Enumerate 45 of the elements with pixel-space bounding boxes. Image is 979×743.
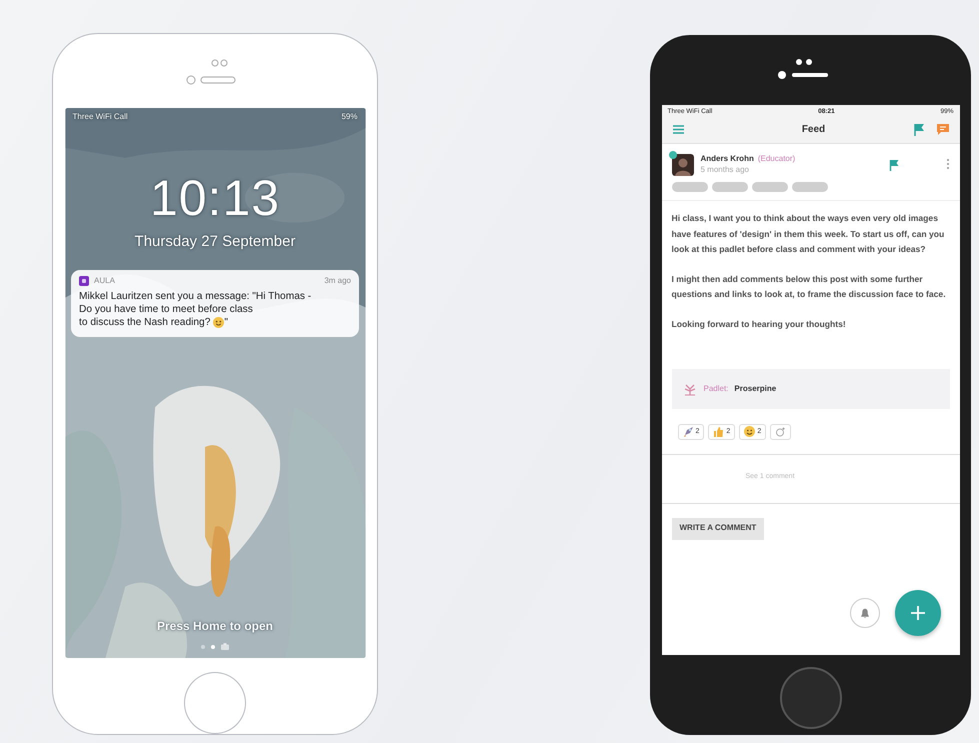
author-name: Anders Krohn <box>700 154 754 163</box>
flag-icon[interactable] <box>888 160 898 171</box>
smiley-icon <box>744 426 756 438</box>
page-dot[interactable] <box>201 644 205 649</box>
tag-pill[interactable] <box>792 182 828 192</box>
post-paragraph: Looking forward to hearing your thoughts! <box>672 318 847 331</box>
app-name: AULA <box>94 276 116 286</box>
attachment-label: Padlet: <box>704 384 728 394</box>
attachment-card[interactable]: Padlet: Proserpine <box>672 368 950 409</box>
screen-title: Feed <box>800 124 826 135</box>
attachment-title: Proserpine <box>734 384 776 394</box>
notification-bell-button[interactable] <box>850 598 880 628</box>
app-icon <box>79 276 89 286</box>
menu-icon[interactable] <box>672 123 686 136</box>
closing-quote: " <box>224 316 228 329</box>
page-dot[interactable] <box>211 644 215 649</box>
thumbs-up-icon <box>713 426 724 438</box>
smiley-icon <box>213 316 224 328</box>
avatar-icon <box>672 154 694 176</box>
tag-pill[interactable] <box>672 182 708 192</box>
camera-icon <box>221 643 229 650</box>
reaction-button[interactable] <box>770 424 792 440</box>
post-paragraph: Hi class, I want you to think about the ways even very old images have features of 'design' in them this week. To start us off, can you look at this padlet before class and comment with your ideas? <box>672 212 946 256</box>
chat-icon[interactable] <box>936 123 950 136</box>
tag-pill[interactable] <box>752 182 788 192</box>
notification-card[interactable]: AULA 3m ago Mikkel Lauritzen sent you a message: "Hi Thomas - Do you have time to meet before class to discuss the Nash reading? " <box>71 270 359 337</box>
add-reaction-icon <box>775 426 786 438</box>
notification-time: 3m ago <box>324 276 351 286</box>
write-comment-button[interactable]: WRITE A COMMENT <box>672 518 764 540</box>
rocket-icon <box>682 426 694 438</box>
author-role: (Educator) <box>758 154 796 163</box>
post-paragraph: I might then add comments below this post with some further questions and links to look at, to frame the discussion face to face. <box>672 272 947 302</box>
add-button[interactable] <box>894 590 940 636</box>
flag-icon[interactable] <box>912 123 926 136</box>
unlock-hint: Press Home to open <box>156 619 274 634</box>
carrier-label: Three WiFi Call <box>72 112 128 121</box>
post-age: 5 months ago <box>700 165 750 174</box>
bell-icon <box>860 608 870 618</box>
lock-time: 10:13 <box>150 168 280 227</box>
plus-icon <box>910 605 926 621</box>
lock-date: Thursday 27 September <box>134 232 296 250</box>
notification-message: to discuss the Nash reading? <box>79 316 210 329</box>
more-icon[interactable] <box>946 158 950 170</box>
battery-label: 59% <box>341 112 358 121</box>
tag-pill[interactable] <box>712 182 748 192</box>
